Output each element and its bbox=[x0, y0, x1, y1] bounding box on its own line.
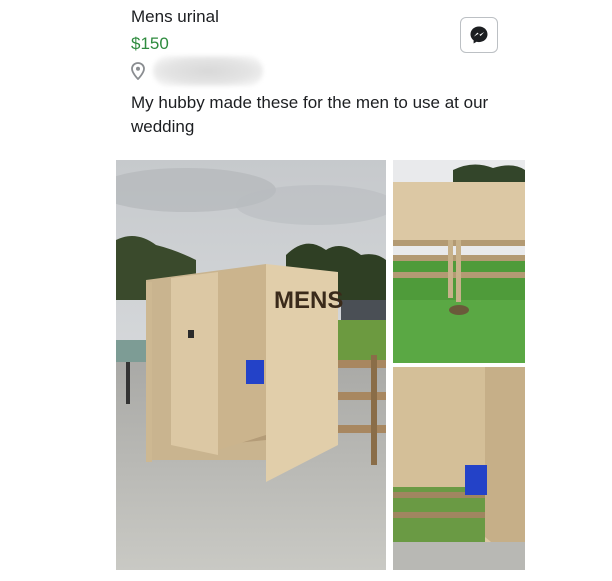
listing-description: My hubby made these for the men to use a… bbox=[131, 93, 489, 136]
listing-location bbox=[131, 54, 263, 88]
mens-sign-text: MENS bbox=[274, 287, 343, 314]
back-photo[interactable] bbox=[393, 160, 525, 363]
messenger-icon bbox=[470, 26, 488, 44]
location-pin-icon bbox=[131, 62, 145, 80]
messenger-button[interactable] bbox=[460, 17, 498, 53]
listing-price: $150 bbox=[131, 34, 169, 53]
location-redacted bbox=[153, 56, 263, 86]
listing-title: Mens urinal bbox=[131, 7, 219, 26]
main-photo[interactable]: MENS bbox=[116, 160, 386, 570]
interior-photo[interactable] bbox=[393, 367, 525, 570]
